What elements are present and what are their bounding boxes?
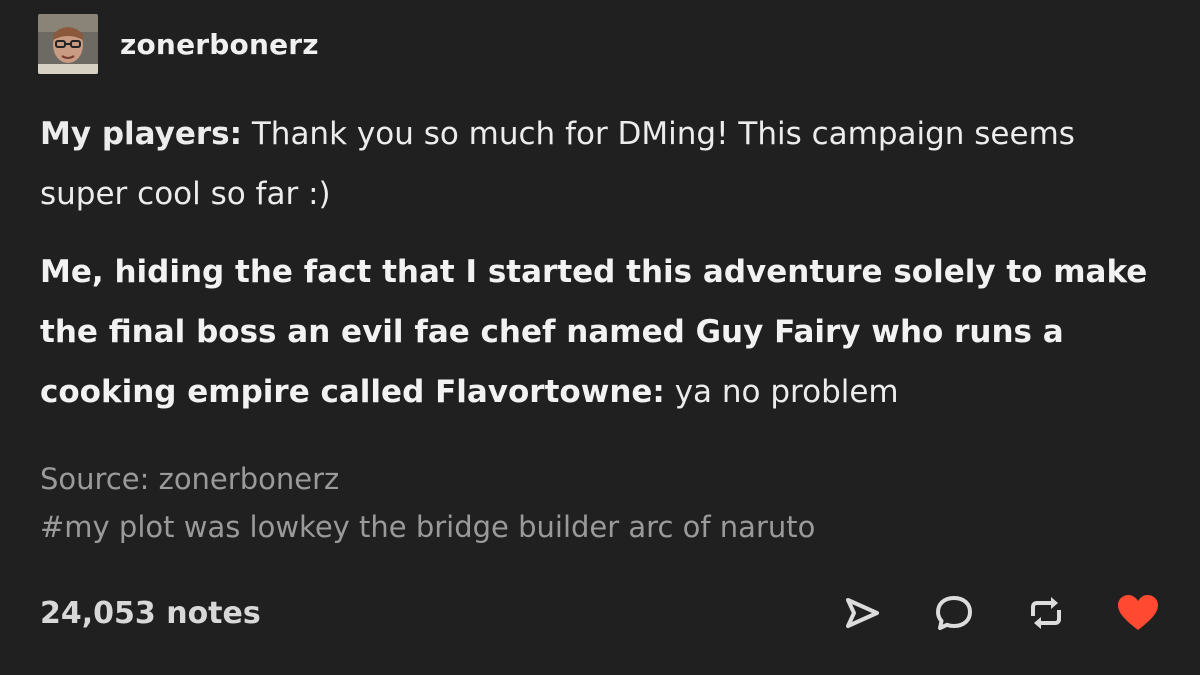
- reblog-button[interactable]: [1022, 589, 1070, 637]
- reblog-icon: [1031, 597, 1061, 629]
- post-meta: Source: zonerbonerz #my plot was lowkey …: [40, 455, 815, 551]
- user-avatar[interactable]: [38, 14, 98, 74]
- paragraph-2-text: ya no problem: [664, 374, 899, 410]
- share-button[interactable]: [838, 589, 886, 637]
- post-paragraph-2: Me, hiding the fact that I started this …: [40, 242, 1160, 422]
- post-body: My players: Thank you so much for DMing!…: [40, 104, 1160, 422]
- like-button[interactable]: [1114, 589, 1162, 637]
- source-link[interactable]: Source: zonerbonerz: [40, 455, 815, 503]
- reply-button[interactable]: [930, 589, 978, 637]
- share-icon: [846, 598, 879, 628]
- notes-count[interactable]: 24,053 notes: [40, 596, 261, 631]
- post-tag[interactable]: #my plot was lowkey the bridge builder a…: [40, 503, 815, 551]
- heart-icon: [1118, 595, 1158, 630]
- paragraph-2-speaker: Me, hiding the fact that I started this …: [40, 254, 1148, 410]
- post-footer: 24,053 notes: [40, 585, 1162, 641]
- post-header: zonerbonerz: [38, 12, 319, 76]
- reply-icon: [936, 596, 972, 630]
- paragraph-1-speaker: My players:: [40, 116, 242, 152]
- post-actions: [838, 589, 1162, 637]
- post-username[interactable]: zonerbonerz: [120, 28, 319, 61]
- post-paragraph-1: My players: Thank you so much for DMing!…: [40, 104, 1160, 224]
- avatar-image: [38, 14, 98, 74]
- tumblr-post: zonerbonerz My players: Thank you so muc…: [0, 0, 1200, 675]
